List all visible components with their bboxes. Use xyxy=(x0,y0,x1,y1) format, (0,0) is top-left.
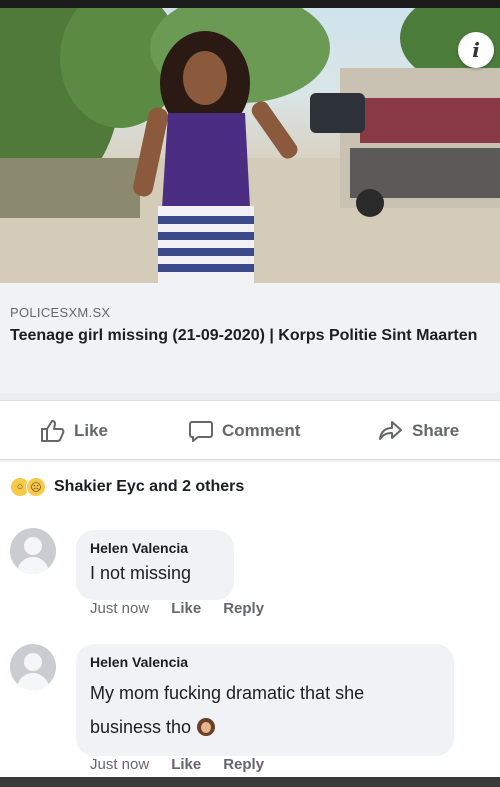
comment-time: Just now xyxy=(90,756,150,773)
photo-scene xyxy=(0,8,500,283)
avatar[interactable] xyxy=(10,644,56,690)
parked-car xyxy=(310,93,365,133)
post-actions: Like Comment Share xyxy=(0,400,500,460)
reactions-text: Shakier Eyc and 2 others xyxy=(54,478,245,495)
avatar[interactable] xyxy=(10,528,56,574)
comment-like-button[interactable]: Like xyxy=(171,600,201,617)
like-label: Like xyxy=(74,421,109,440)
like-button[interactable]: Like xyxy=(40,419,108,443)
link-title: Teenage girl missing (21-09-2020) | Korp… xyxy=(10,327,478,344)
link-domain: POLICESXM.SX xyxy=(10,305,111,320)
comment-author[interactable]: Helen Valencia xyxy=(90,654,440,670)
striped-skirt xyxy=(158,206,254,283)
share-label: Share xyxy=(412,421,460,440)
comment-bubble[interactable]: Helen Valencia I not missing xyxy=(76,530,234,600)
sad-icon: ☹ xyxy=(26,477,46,497)
comment-time: Just now xyxy=(90,600,150,617)
thumbs-up-icon xyxy=(41,420,65,442)
woman-frowning-emoji-icon xyxy=(197,718,216,736)
comment-meta: Just now Like Reply xyxy=(90,600,286,617)
comment-reply-button[interactable]: Reply xyxy=(223,756,264,773)
comment-button[interactable]: Comment xyxy=(188,419,300,443)
status-bar xyxy=(0,0,500,8)
link-preview-image[interactable]: i xyxy=(0,8,500,283)
info-icon[interactable]: i xyxy=(458,32,494,68)
person-face xyxy=(183,51,227,105)
comment-text: My mom fucking dramatic that she busines… xyxy=(90,683,365,737)
navigation-bar xyxy=(0,777,500,787)
comment-author[interactable]: Helen Valencia xyxy=(90,540,220,556)
comment-like-button[interactable]: Like xyxy=(171,756,201,773)
share-arrow-icon xyxy=(379,421,402,440)
purple-top xyxy=(162,113,250,208)
comment-bubble-icon xyxy=(189,421,213,442)
comment-reply-button[interactable]: Reply xyxy=(223,600,264,617)
comment-text: I not missing xyxy=(90,563,192,583)
comment-meta: Just now Like Reply xyxy=(90,756,286,773)
comment-bubble[interactable]: Helen Valencia My mom fucking dramatic t… xyxy=(76,644,454,756)
share-button[interactable]: Share xyxy=(378,419,459,443)
comment-label: Comment xyxy=(222,421,301,440)
comments-list: Helen Valencia I not missing Just now Li… xyxy=(0,512,500,777)
reactions-summary[interactable]: ○ ☹ Shakier Eyc and 2 others xyxy=(0,462,500,512)
link-preview-card[interactable]: POLICESXM.SX Teenage girl missing (21-09… xyxy=(0,283,500,393)
